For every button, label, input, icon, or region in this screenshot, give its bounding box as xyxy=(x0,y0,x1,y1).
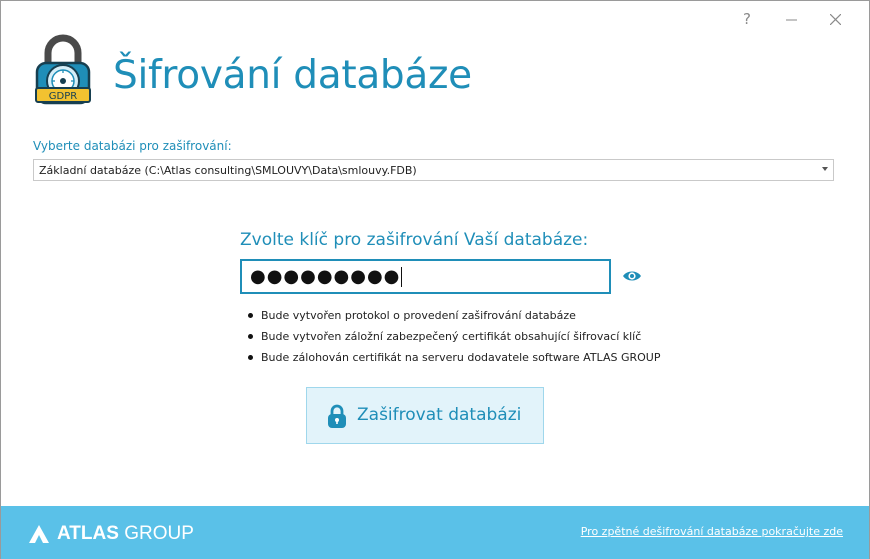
gdpr-badge-text: GDPR xyxy=(49,91,77,102)
encryption-key-value: ●●●●●●●●● xyxy=(250,266,401,287)
atlas-group-logo: ATLAS GROUP xyxy=(29,523,194,545)
database-label: Vyberte databázi pro zašifrování: xyxy=(33,139,232,153)
close-icon xyxy=(829,13,841,25)
info-list: Bude vytvořen protokol o provedení zašif… xyxy=(247,306,660,369)
window-controls: ? xyxy=(725,7,857,31)
help-button[interactable]: ? xyxy=(725,7,769,31)
encrypt-database-button[interactable]: Zašifrovat databázi xyxy=(306,387,544,444)
list-item: Bude vytvořen protokol o provedení zašif… xyxy=(247,306,660,327)
database-select[interactable]: Základní databáze (C:\Atlas consulting\S… xyxy=(33,159,834,181)
close-button[interactable] xyxy=(813,7,857,31)
text-caret xyxy=(401,266,403,287)
brand-regular: GROUP xyxy=(124,523,194,544)
key-label: Zvolte klíč pro zašifrování Vaší databáz… xyxy=(240,230,589,250)
help-label: ? xyxy=(743,10,751,28)
gdpr-lock-logo-icon: GDPR xyxy=(35,34,91,105)
show-password-eye-icon[interactable] xyxy=(622,268,642,284)
page-title: Šifrování databáze xyxy=(113,53,472,98)
atlas-logo-icon xyxy=(29,525,49,543)
brand-name: ATLAS GROUP xyxy=(57,523,194,545)
minimize-icon xyxy=(785,19,797,20)
footer-bar: ATLAS GROUP Pro zpětné dešifrování datab… xyxy=(1,506,869,559)
decrypt-link[interactable]: Pro zpětné dešifrování databáze pokračuj… xyxy=(581,525,843,538)
list-item: Bude vytvořen záložní zabezpečený certif… xyxy=(247,327,660,348)
minimize-button[interactable] xyxy=(769,7,813,31)
brand-bold: ATLAS xyxy=(57,523,119,544)
lock-icon xyxy=(328,404,346,428)
list-item: Bude zálohován certifikát na serveru dod… xyxy=(247,348,660,369)
chevron-down-icon[interactable] xyxy=(822,167,828,171)
encrypt-button-label: Zašifrovat databázi xyxy=(357,405,522,425)
database-select-value: Základní databáze (C:\Atlas consulting\S… xyxy=(39,163,417,177)
dialog-window: ? GDPR Šifrování databáze Vyberte databá… xyxy=(0,0,870,559)
encryption-key-input[interactable]: ●●●●●●●●● xyxy=(240,259,611,294)
